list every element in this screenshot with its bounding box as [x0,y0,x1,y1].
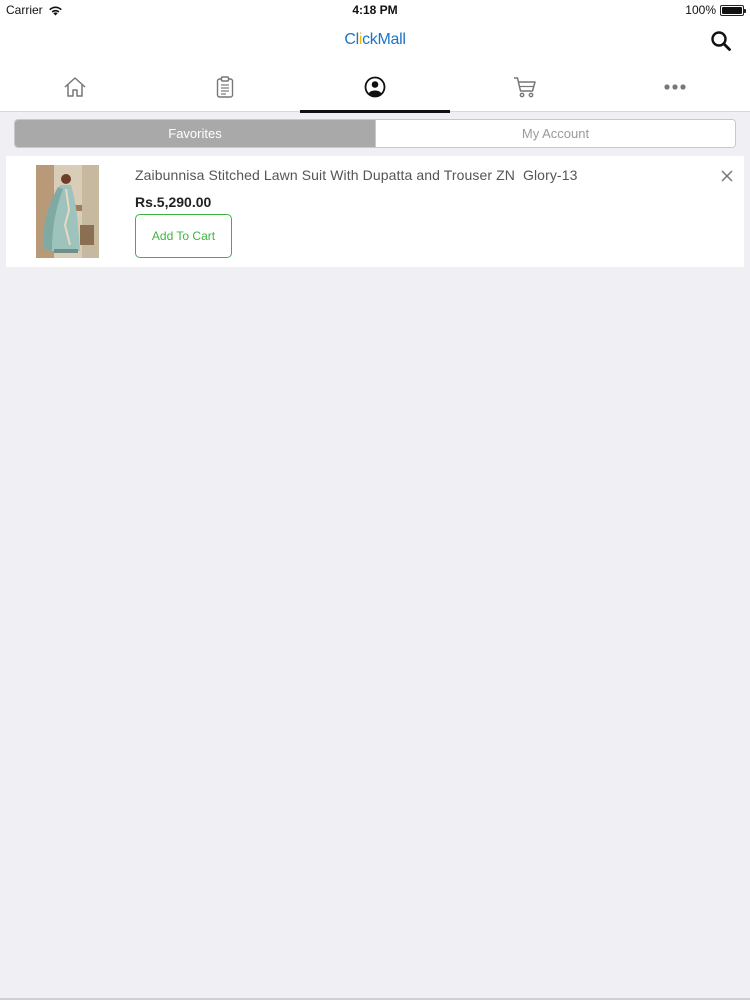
tab-home[interactable] [0,62,150,112]
product-title[interactable]: Zaibunnisa Stitched Lawn Suit With Dupat… [135,167,577,183]
status-bar: Carrier 4:18 PM 100% [0,0,750,22]
clipboard-icon [216,76,234,98]
product-image [36,165,99,258]
tab-cart[interactable] [450,62,600,112]
add-to-cart-button[interactable]: Add To Cart [135,214,232,258]
close-icon [721,170,733,182]
tab-orders[interactable] [150,62,300,112]
battery-icon [720,4,746,16]
more-dots-icon [664,84,686,90]
user-circle-icon [364,76,386,98]
favorites-list-empty-area [0,267,750,1000]
favorite-item: Zaibunnisa Stitched Lawn Suit With Dupat… [6,156,744,267]
status-time: 4:18 PM [352,3,398,17]
search-button[interactable] [710,30,732,52]
tab-more[interactable] [600,62,750,112]
product-thumbnail[interactable] [36,165,99,258]
segment-my-account[interactable]: My Account [375,120,735,147]
battery-percent: 100% [685,3,716,17]
search-icon [711,31,731,51]
battery-fill [722,6,742,14]
product-price: Rs.5,290.00 [135,194,212,210]
cart-icon [514,77,536,98]
remove-favorite-button[interactable] [720,169,734,183]
tab-account[interactable] [300,62,450,113]
home-icon [64,77,86,97]
clickmall-logo: ClickMall [0,31,750,49]
tab-bar [0,62,750,113]
status-right: 100% [685,3,746,17]
favorites-account-switch: Favorites My Account [14,119,736,148]
logo-text-end: ckMall [362,31,406,48]
app-header: ClickMall [0,22,750,62]
logo-text-start: Cl [344,31,359,48]
segment-favorites[interactable]: Favorites [15,120,375,147]
